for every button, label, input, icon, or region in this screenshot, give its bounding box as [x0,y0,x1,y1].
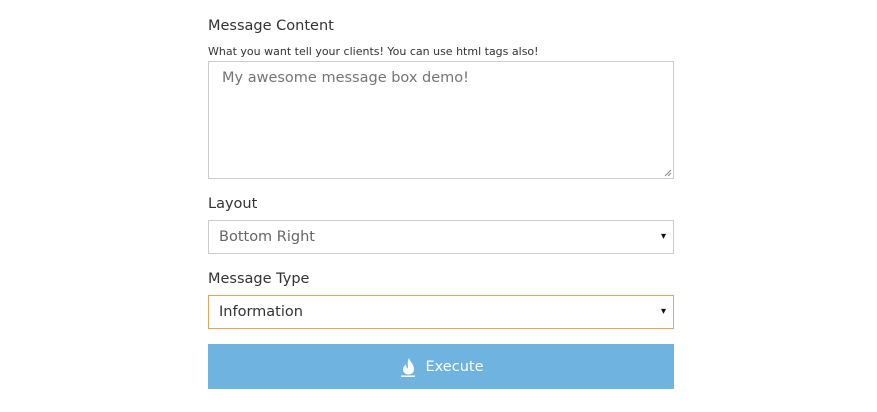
message-content-help: What you want tell your clients! You can… [208,45,539,58]
execute-button-label: Execute [425,358,484,375]
message-type-selected-value: Information [219,304,303,320]
message-type-label: Message Type [208,271,310,287]
layout-selected-value: Bottom Right [219,229,315,245]
chevron-down-icon: ▾ [660,231,666,242]
message-content-textarea[interactable]: My awesome message box demo! [208,61,674,179]
execute-button[interactable]: Execute [208,344,674,389]
layout-select[interactable]: Bottom Right ▾ [208,220,674,254]
message-type-select[interactable]: Information ▾ [208,295,674,329]
message-content-value: My awesome message box demo! [222,70,469,86]
resize-grip-icon[interactable] [664,169,672,177]
layout-label: Layout [208,196,258,212]
chevron-down-icon: ▾ [660,306,666,317]
fire-icon [400,357,415,377]
message-content-label: Message Content [208,18,334,34]
